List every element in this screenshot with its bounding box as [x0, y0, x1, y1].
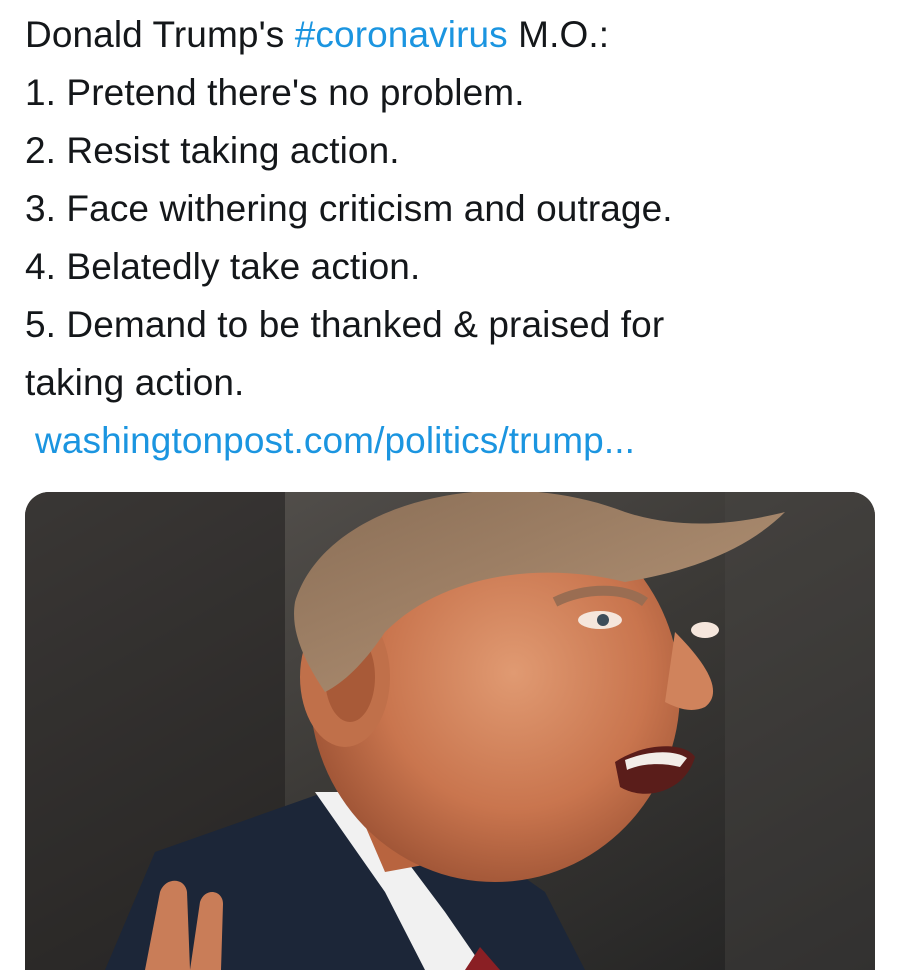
intro-text: Donald Trump's [25, 14, 295, 55]
list-item: 1. Pretend there's no problem. [25, 72, 525, 113]
list-item: 4. Belatedly take action. [25, 246, 421, 287]
list-item-continuation: taking action. [25, 362, 245, 403]
tweet-photo[interactable] [25, 492, 875, 970]
tweet-text: Donald Trump's #coronavirus M.O.: 1. Pre… [25, 6, 905, 470]
hashtag-link[interactable]: #coronavirus [295, 14, 508, 55]
list-item: 3. Face withering criticism and outrage. [25, 188, 673, 229]
article-link[interactable]: washingtonpost.com/politics/trump... [35, 420, 635, 461]
list-item: 2. Resist taking action. [25, 130, 400, 171]
tweet-intro-line: Donald Trump's #coronavirus M.O.: [25, 6, 905, 64]
intro-suffix: M.O.: [507, 14, 610, 55]
list-item: 5. Demand to be thanked & praised for [25, 304, 665, 345]
photo-of-man-speaking-icon [25, 492, 875, 970]
